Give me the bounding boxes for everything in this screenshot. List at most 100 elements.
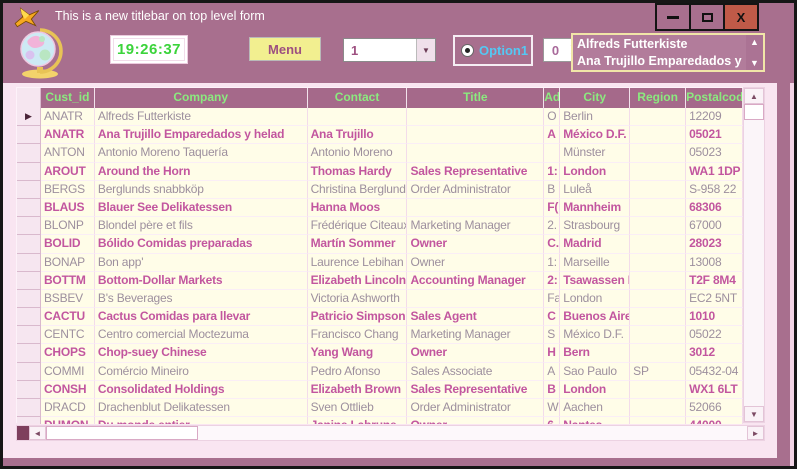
- menu-button[interactable]: Menu: [249, 37, 321, 61]
- grid-cell-id[interactable]: DUMON: [40, 417, 95, 424]
- grid-cell-title[interactable]: Sales Representative: [407, 380, 545, 399]
- grid-cell-contact[interactable]: Hanna Moos: [307, 198, 408, 218]
- table-row[interactable]: BERGS Berglunds snabbköp Christina Berglun…: [17, 180, 743, 199]
- grid-cell-contact[interactable]: Pedro Afonso: [307, 362, 408, 381]
- horizontal-scrollbar[interactable]: ◄ ►: [16, 425, 765, 441]
- row-selector[interactable]: [17, 399, 41, 418]
- grid-cell-region[interactable]: [630, 253, 687, 272]
- grid-cell-contact[interactable]: Christina Berglund: [307, 180, 408, 199]
- grid-cell-title[interactable]: Owner: [407, 235, 545, 254]
- grid-cell-id[interactable]: BERGS: [40, 180, 95, 199]
- row-selector[interactable]: [17, 326, 41, 345]
- grid-cell-company[interactable]: Du monde entier: [94, 417, 308, 424]
- grid-cell-title[interactable]: [407, 108, 545, 127]
- grid-cell-city[interactable]: Mannheim: [560, 198, 631, 218]
- table-row[interactable]: CACTU Cactus Comidas para llevar Patricio …: [17, 308, 743, 327]
- row-selector[interactable]: [17, 162, 41, 181]
- number-combobox[interactable]: 1 ▼: [343, 38, 436, 62]
- grid-cell-company[interactable]: Drachenblut Delikatessen: [94, 399, 308, 418]
- grid-cell-addr[interactable]: A: [544, 126, 561, 145]
- table-row[interactable]: CHOPS Chop-suey Chinese Yang Wang Owner H Ber…: [17, 344, 743, 363]
- horizontal-scroll-thumb[interactable]: [46, 426, 198, 440]
- grid-cell-title[interactable]: [407, 289, 545, 309]
- grid-cell-city[interactable]: London: [560, 289, 631, 309]
- grid-cell-title[interactable]: [407, 126, 545, 145]
- grid-cell-title[interactable]: Marketing Manager: [407, 326, 545, 345]
- chevron-down-icon[interactable]: ▼: [416, 39, 435, 61]
- list-item[interactable]: Alfreds Futterkiste: [573, 36, 746, 53]
- grid-cell-contact[interactable]: Patricio Simpson: [307, 308, 408, 327]
- grid-cell-title[interactable]: Order Administrator: [407, 399, 545, 418]
- table-row[interactable]: BONAP Bon app' Laurence Lebihan Owner 1: Mars…: [17, 253, 743, 272]
- grid-cell-city[interactable]: Aachen: [560, 399, 631, 418]
- grid-cell-addr[interactable]: C: [544, 308, 561, 327]
- table-row[interactable]: BOLID Bólido Comidas preparadas Martín Som…: [17, 235, 743, 254]
- grid-cell-region[interactable]: [630, 289, 687, 309]
- column-header[interactable]: Title: [407, 88, 545, 108]
- row-selector[interactable]: [17, 253, 41, 272]
- vertical-scrollbar[interactable]: ▲ ▼: [743, 87, 765, 423]
- list-item[interactable]: Ana Trujillo Emparedados y hel: [573, 53, 746, 70]
- scroll-down-icon[interactable]: ▼: [746, 56, 763, 70]
- grid-cell-company[interactable]: Ana Trujillo Emparedados y helad: [94, 126, 308, 145]
- grid-cell-postal[interactable]: 05021: [686, 126, 743, 145]
- grid-cell-region[interactable]: [630, 144, 687, 163]
- grid-cell-postal[interactable]: 05022: [686, 326, 743, 345]
- grid-cell-addr[interactable]: 2.: [544, 217, 561, 236]
- grid-cell-region[interactable]: [630, 235, 687, 254]
- table-row[interactable]: BLAUS Blauer See Delikatessen Hanna Moos F(…: [17, 198, 743, 218]
- grid-cell-city[interactable]: Nantes: [560, 417, 631, 424]
- grid-cell-postal[interactable]: WX1 6LT: [686, 380, 743, 399]
- grid-cell-addr[interactable]: [544, 144, 561, 163]
- grid-cell-postal[interactable]: 67000: [686, 217, 743, 236]
- grid-cell-postal[interactable]: T2F 8M4: [686, 271, 743, 290]
- grid-cell-id[interactable]: BOTTM: [40, 271, 95, 290]
- grid-cell-company[interactable]: Blauer See Delikatessen: [94, 198, 308, 218]
- grid-cell-region[interactable]: SP: [630, 362, 687, 381]
- grid-cell-company[interactable]: Blondel père et fils: [94, 217, 308, 236]
- grid-cell-title[interactable]: Owner: [407, 417, 545, 424]
- row-selector[interactable]: [17, 271, 41, 290]
- horizontal-scroll-track[interactable]: [198, 426, 747, 440]
- grid-cell-company[interactable]: Bólido Comidas preparadas: [94, 235, 308, 254]
- table-row[interactable]: BOTTM Bottom-Dollar Markets Elizabeth Linc…: [17, 271, 743, 290]
- grid-cell-id[interactable]: ANATR: [40, 108, 95, 127]
- scroll-up-icon[interactable]: ▲: [744, 88, 764, 104]
- grid-cell-id[interactable]: BOLID: [40, 235, 95, 254]
- grid-cell-region[interactable]: [630, 344, 687, 363]
- grid-cell-postal[interactable]: 68306: [686, 198, 743, 218]
- grid-cell-title[interactable]: Owner: [407, 344, 545, 363]
- grid-cell-city[interactable]: Buenos Aire: [560, 308, 631, 327]
- grid-cell-contact[interactable]: Antonio Moreno: [307, 144, 408, 163]
- grid-cell-company[interactable]: B's Beverages: [94, 289, 308, 309]
- grid-cell-region[interactable]: [630, 108, 687, 127]
- grid-cell-id[interactable]: BLONP: [40, 217, 95, 236]
- maximize-button[interactable]: [689, 3, 725, 31]
- row-selector[interactable]: [17, 289, 41, 309]
- grid-cell-contact[interactable]: Yang Wang: [307, 344, 408, 363]
- grid-cell-company[interactable]: Centro comercial Moctezuma: [94, 326, 308, 345]
- grid-cell-region[interactable]: [630, 180, 687, 199]
- grid-cell-postal[interactable]: WA1 1DP: [686, 162, 743, 181]
- row-selector[interactable]: [17, 198, 41, 218]
- grid-cell-city[interactable]: Bern: [560, 344, 631, 363]
- scroll-up-icon[interactable]: ▲: [746, 35, 763, 49]
- grid-cell-postal[interactable]: 52066: [686, 399, 743, 418]
- option1-radio[interactable]: [461, 44, 474, 57]
- grid-cell-addr[interactable]: F(: [544, 198, 561, 218]
- row-selector[interactable]: [17, 180, 41, 199]
- grid-cell-company[interactable]: Alfreds Futterkiste: [94, 108, 308, 127]
- grid-cell-addr[interactable]: H: [544, 344, 561, 363]
- grid-cell-company[interactable]: Cactus Comidas para llevar: [94, 308, 308, 327]
- column-header[interactable]: Contact: [307, 88, 408, 108]
- grid-cell-contact[interactable]: Sven Ottlieb: [307, 399, 408, 418]
- grid-cell-postal[interactable]: 05432-04: [686, 362, 743, 381]
- scroll-down-icon[interactable]: ▼: [744, 406, 764, 422]
- grid-cell-city[interactable]: London: [560, 380, 631, 399]
- grid-cell-postal[interactable]: 12209: [686, 108, 743, 127]
- grid-cell-city[interactable]: London: [560, 162, 631, 181]
- table-row[interactable]: BSBEV B's Beverages Victoria Ashworth Fa Lon…: [17, 289, 743, 309]
- grid-cell-addr[interactable]: B: [544, 380, 561, 399]
- table-row[interactable]: AROUT Around the Horn Thomas Hardy Sales Re…: [17, 162, 743, 181]
- close-button[interactable]: X: [723, 3, 759, 31]
